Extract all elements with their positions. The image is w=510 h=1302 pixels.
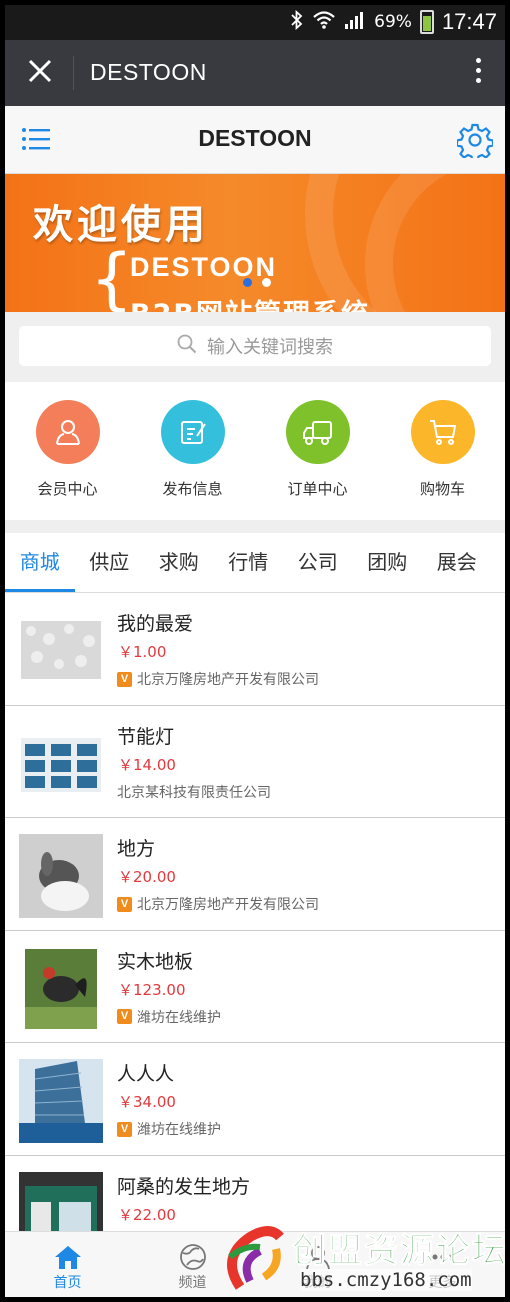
- home-icon: [5, 1242, 130, 1272]
- tab-quotes[interactable]: 行情: [214, 533, 284, 592]
- quick-link-label: 订单中心: [287, 480, 348, 498]
- app-header: DESTOON: [5, 106, 505, 174]
- site-watermark: 创盟资源论坛 bbs.cmzy168.com: [220, 1217, 505, 1297]
- quick-link-orders[interactable]: 订单中心: [255, 382, 380, 520]
- nav-label: 首页: [53, 1275, 82, 1291]
- watermark-logo-icon: [227, 1226, 284, 1290]
- watermark-title: 创盟资源论坛: [292, 1231, 506, 1272]
- quick-links: 会员中心 发布信息 订单中心 购物车: [5, 382, 505, 520]
- quick-link-label: 会员中心: [37, 480, 98, 498]
- product-name: 实木地板: [117, 950, 194, 973]
- quick-link-label: 购物车: [419, 480, 465, 498]
- tab-company[interactable]: 公司: [283, 533, 353, 592]
- quick-link-member-center[interactable]: 会员中心: [5, 382, 130, 520]
- tab-buy[interactable]: 求购: [144, 533, 214, 592]
- product-name: 我的最爱: [117, 613, 194, 635]
- product-thumbnail: [19, 609, 103, 693]
- truck-icon: [285, 400, 350, 464]
- product-company: V 北京万隆房地产开发有限公司: [117, 669, 319, 689]
- carousel-dots: [243, 278, 271, 287]
- battery-icon: [419, 10, 434, 34]
- product-price: ￥34.00: [118, 1093, 176, 1111]
- product-thumbnail: [19, 721, 103, 806]
- category-tabs: 商城 供应 求购 行情 公司 团购 展会: [5, 533, 505, 593]
- wifi-icon: [312, 10, 336, 35]
- phone-screen: 69% 17:47 DESTOON DESTOON 欢迎使用 { DESTOON…: [5, 5, 505, 1297]
- product-company: V 潍坊在线维护: [117, 1119, 221, 1139]
- clock: 17:47: [441, 9, 497, 34]
- product-name: 地方: [117, 838, 156, 860]
- banner-subline: B2B网站管理系统: [130, 292, 370, 312]
- company-name: 北京某科技有限责任公司: [117, 784, 271, 801]
- cart-icon: [410, 400, 475, 464]
- divider: [73, 56, 74, 90]
- product-price: ￥22.00: [118, 1205, 176, 1224]
- company-name: 北京万隆房地产开发有限公司: [137, 672, 319, 688]
- watermark-url: bbs.cmzy168.com: [300, 1269, 472, 1291]
- verified-badge-icon: V: [117, 1121, 132, 1137]
- quick-link-cart[interactable]: 购物车: [380, 382, 505, 520]
- carousel-dot[interactable]: [243, 278, 252, 287]
- edit-icon: [160, 400, 225, 464]
- product-thumbnail: [19, 946, 103, 1031]
- status-bar: 69% 17:47: [5, 5, 505, 40]
- gear-icon[interactable]: [455, 122, 495, 163]
- search-bar: 输入关键词搜索: [5, 312, 505, 382]
- product-thumbnail: [19, 1059, 103, 1143]
- tab-exhibition[interactable]: 展会: [422, 533, 492, 592]
- list-item[interactable]: 地方 ￥20.00 V 北京万隆房地产开发有限公司: [5, 818, 505, 931]
- list-item[interactable]: 实木地板 ￥123.00 V 潍坊在线维护: [5, 931, 505, 1043]
- quick-link-publish[interactable]: 发布信息: [130, 382, 255, 520]
- product-name: 人人人: [117, 1063, 175, 1085]
- product-price: ￥14.00: [118, 755, 176, 774]
- signal-icon: [344, 10, 366, 35]
- company-name: 潍坊在线维护: [137, 1009, 221, 1026]
- company-name: 潍坊在线维护: [137, 1122, 221, 1138]
- browser-titlebar: DESTOON: [5, 40, 505, 106]
- window-title: DESTOON: [90, 59, 207, 85]
- more-vertical-icon[interactable]: [473, 58, 483, 88]
- verified-badge-icon: V: [117, 671, 132, 687]
- product-company: V 北京万隆房地产开发有限公司: [117, 894, 319, 914]
- search-icon: [177, 334, 197, 359]
- product-thumbnail: [19, 1171, 103, 1231]
- search-input[interactable]: 输入关键词搜索: [19, 326, 491, 366]
- list-item[interactable]: 人人人 ￥34.00 V 潍坊在线维护: [5, 1043, 505, 1156]
- company-name: 北京万隆房地产开发有限公司: [137, 897, 319, 913]
- battery-percent: 69%: [374, 12, 412, 32]
- product-name: 节能灯: [117, 725, 175, 748]
- product-list: 我的最爱 ￥1.00 V 北京万隆房地产开发有限公司 节能灯 ￥14.00 北京…: [5, 593, 505, 1231]
- verified-badge-icon: V: [117, 896, 132, 912]
- product-company: 北京某科技有限责任公司: [117, 782, 271, 802]
- carousel-dot[interactable]: [262, 278, 271, 287]
- tab-mall[interactable]: 商城: [5, 533, 75, 592]
- promo-banner[interactable]: 欢迎使用 { DESTOON B2B网站管理系统: [5, 174, 505, 312]
- product-name: 阿桑的发生地方: [117, 1175, 251, 1198]
- product-thumbnail: [19, 834, 103, 918]
- user-icon: [35, 400, 100, 464]
- nav-home[interactable]: 首页: [5, 1232, 130, 1297]
- list-item[interactable]: 节能灯 ￥14.00 北京某科技有限责任公司: [5, 706, 505, 818]
- product-price: ￥20.00: [118, 868, 176, 886]
- product-price: ￥123.00: [118, 980, 186, 999]
- tab-groupbuy[interactable]: 团购: [353, 533, 423, 592]
- product-price: ￥1.00: [118, 643, 167, 661]
- product-company: V 潍坊在线维护: [117, 1007, 221, 1027]
- close-icon[interactable]: [25, 58, 55, 88]
- section-divider: [5, 520, 505, 533]
- quick-link-label: 发布信息: [162, 480, 223, 498]
- bluetooth-icon: [290, 9, 304, 35]
- verified-badge-icon: V: [117, 1009, 132, 1024]
- page-title: DESTOON: [198, 125, 312, 151]
- tab-supply[interactable]: 供应: [75, 533, 145, 592]
- list-item[interactable]: 我的最爱 ￥1.00 V 北京万隆房地产开发有限公司: [5, 593, 505, 706]
- search-placeholder: 输入关键词搜索: [207, 337, 333, 358]
